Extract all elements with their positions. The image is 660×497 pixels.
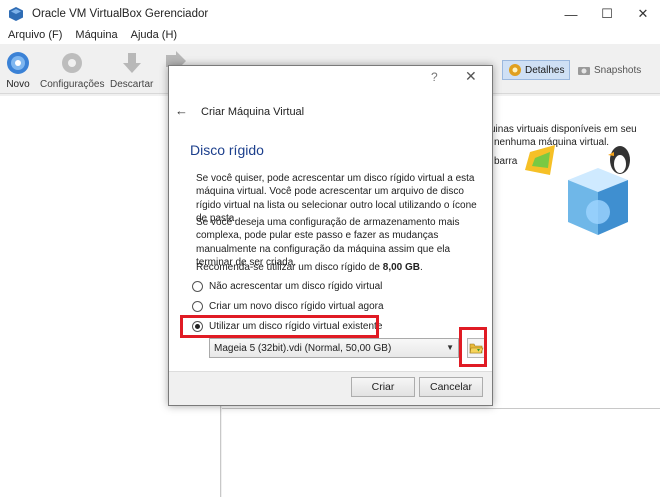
camera-icon	[578, 67, 590, 75]
back-arrow-icon[interactable]: ←	[175, 103, 188, 118]
title-bar: Oracle VM VirtualBox Gerenciador — ☐ ✕	[0, 0, 660, 28]
option-create-new-disk[interactable]: Criar um novo disco rígido virtual agora	[192, 301, 384, 312]
menu-bar: Arquivo (F) Máquina Ajuda (H)	[0, 26, 660, 44]
radio-button[interactable]	[192, 281, 203, 292]
disk-select-dropdown[interactable]: Mageia 5 (32bit).vdi (Normal, 50,00 GB) …	[209, 338, 459, 358]
details-toggle[interactable]: Detalhes	[502, 60, 571, 80]
new-machine-icon	[7, 52, 29, 74]
down-arrow-icon	[122, 53, 141, 73]
menu-ajuda[interactable]: Ajuda (H)	[131, 29, 177, 41]
discard-button[interactable]: Descartar	[110, 49, 153, 90]
recommended-size: 8,00 GB	[382, 262, 421, 273]
menu-arquivo[interactable]: Arquivo (F)	[8, 29, 62, 41]
recommendation-text: Recomenda-se utilizar um disco rígido de…	[196, 262, 423, 273]
dropdown-arrow-icon: ▼	[446, 343, 454, 352]
option-label: Criar um novo disco rígido virtual agora	[209, 301, 384, 312]
gear-icon	[509, 64, 521, 76]
create-button[interactable]: Criar	[351, 377, 415, 397]
new-label: Novo	[6, 79, 30, 90]
welcome-line: uinas virtuais disponíveis em seu	[490, 124, 637, 135]
page-heading: Disco rígido	[190, 142, 264, 158]
recommendation-suffix: .	[420, 262, 423, 273]
new-button[interactable]: Novo	[4, 49, 32, 90]
window-title: Oracle VM VirtualBox Gerenciador	[32, 8, 209, 20]
details-label: Detalhes	[525, 64, 565, 76]
highlight-folder-button	[459, 327, 487, 367]
menu-maquina[interactable]: Máquina	[75, 29, 117, 41]
create-vm-dialog: ? ✕ ← Criar Máquina Virtual Disco rígido…	[168, 65, 493, 406]
selected-disk: Mageia 5 (32bit).vdi (Normal, 50,00 GB)	[214, 342, 392, 354]
discard-label: Descartar	[110, 79, 154, 90]
help-button[interactable]: ?	[431, 70, 438, 84]
maximize-button[interactable]: ☐	[590, 0, 624, 28]
virtualbox-mascot-illustration	[525, 145, 630, 235]
recommendation-prefix: Recomenda-se utilizar um disco rígido de	[196, 262, 383, 273]
snapshots-label: Snapshots	[594, 64, 642, 76]
snapshots-toggle[interactable]: Snapshots	[572, 60, 646, 80]
pane-divider	[222, 408, 660, 409]
option-no-disk[interactable]: Não acrescentar um disco rígido virtual	[192, 281, 382, 292]
settings-label: Configurações	[40, 79, 105, 90]
option-label: Não acrescentar um disco rígido virtual	[209, 281, 383, 292]
cancel-button[interactable]: Cancelar	[419, 377, 483, 397]
close-window-button[interactable]: ✕	[626, 0, 660, 28]
dialog-title: Criar Máquina Virtual	[201, 106, 305, 118]
virtualbox-app-icon	[9, 7, 23, 21]
radio-button[interactable]	[192, 301, 203, 312]
gear-icon	[62, 53, 83, 73]
highlight-existing-disk-option	[180, 315, 379, 338]
settings-button[interactable]: Configurações	[40, 49, 104, 90]
dialog-close-button[interactable]: ✕	[465, 68, 477, 85]
minimize-button[interactable]: —	[554, 0, 588, 28]
